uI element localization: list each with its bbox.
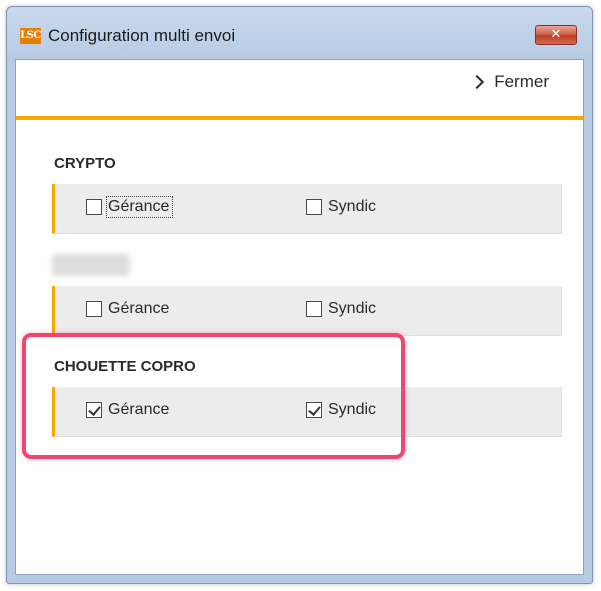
- checkbox-gerance-crypto[interactable]: Gérance: [86, 196, 174, 218]
- fermer-button[interactable]: Fermer: [470, 72, 549, 92]
- checkbox-box[interactable]: [306, 301, 322, 317]
- toolbar: Fermer: [16, 60, 583, 116]
- accent-divider: [16, 116, 583, 120]
- section-title-blurred: [52, 254, 130, 276]
- checkbox-label: Gérance: [108, 300, 170, 317]
- checkbox-label: Gérance: [105, 196, 174, 218]
- checkbox-box[interactable]: [306, 199, 322, 215]
- section-title-crypto: CRYPTO: [54, 155, 116, 172]
- fermer-label: Fermer: [494, 72, 549, 91]
- checkbox-box[interactable]: [86, 199, 102, 215]
- checkbox-gerance-blurred[interactable]: Gérance: [86, 300, 169, 318]
- highlight-annotation-box: [22, 333, 405, 459]
- dialog-content: Fermer CRYPTO Gérance Syndic Gérance Syn…: [15, 59, 584, 575]
- checkbox-label: Syndic: [328, 198, 377, 215]
- checkbox-box[interactable]: [86, 301, 102, 317]
- dialog-window: LSC Configuration multi envoi ✕ Fermer C…: [6, 6, 593, 584]
- checkbox-syndic-blurred[interactable]: Syndic: [306, 300, 376, 318]
- window-title: Configuration multi envoi: [48, 26, 236, 45]
- option-row-crypto: Gérance Syndic: [52, 184, 562, 234]
- chevron-right-icon: [470, 74, 485, 90]
- title-bar[interactable]: LSC Configuration multi envoi ✕: [7, 7, 592, 59]
- option-row-blurred: Gérance Syndic: [52, 286, 562, 336]
- window-close-button[interactable]: ✕: [535, 25, 577, 45]
- checkbox-syndic-crypto[interactable]: Syndic: [306, 198, 376, 216]
- app-logo-icon: LSC: [20, 28, 41, 44]
- checkbox-label: Syndic: [328, 300, 377, 317]
